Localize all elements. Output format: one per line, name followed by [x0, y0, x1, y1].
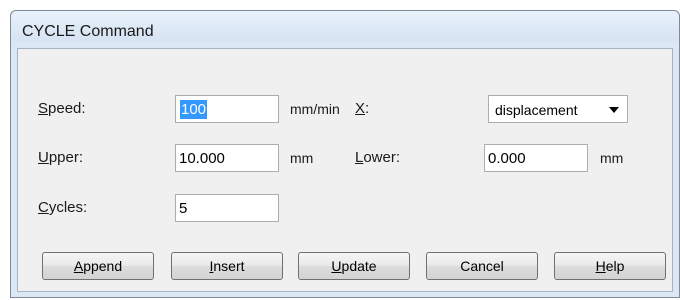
speed-unit: mm/min	[290, 101, 340, 117]
speed-value: 100	[180, 100, 208, 119]
x-label: X:	[355, 100, 370, 117]
window-title: CYCLE Command	[22, 23, 154, 40]
append-button[interactable]: Append	[42, 252, 154, 280]
lower-label: Lower:	[355, 149, 401, 166]
title-bar[interactable]: CYCLE Command	[11, 11, 679, 41]
cycles-label: Cycles:	[38, 199, 88, 216]
upper-unit: mm	[290, 150, 314, 166]
cancel-button[interactable]: Cancel	[426, 252, 538, 280]
cycle-command-dialog: CYCLE Command Speed: 100 mm/min X: displ…	[10, 10, 680, 298]
lower-unit: mm	[600, 150, 624, 166]
help-button[interactable]: Help	[554, 252, 666, 280]
update-button[interactable]: Update	[298, 252, 410, 280]
chevron-down-icon	[609, 107, 619, 113]
upper-label: Upper:	[38, 149, 84, 166]
lower-field[interactable]	[484, 144, 588, 172]
cycles-field[interactable]	[175, 194, 279, 222]
x-axis-select[interactable]: displacement	[488, 95, 628, 123]
speed-label: Speed:	[38, 100, 86, 117]
upper-field[interactable]	[175, 144, 279, 172]
x-axis-value: displacement	[495, 102, 578, 118]
speed-field[interactable]: 100	[175, 95, 279, 123]
insert-button[interactable]: Insert	[171, 252, 283, 280]
dialog-body: Speed: 100 mm/min X: displacement Upper:…	[17, 48, 673, 292]
